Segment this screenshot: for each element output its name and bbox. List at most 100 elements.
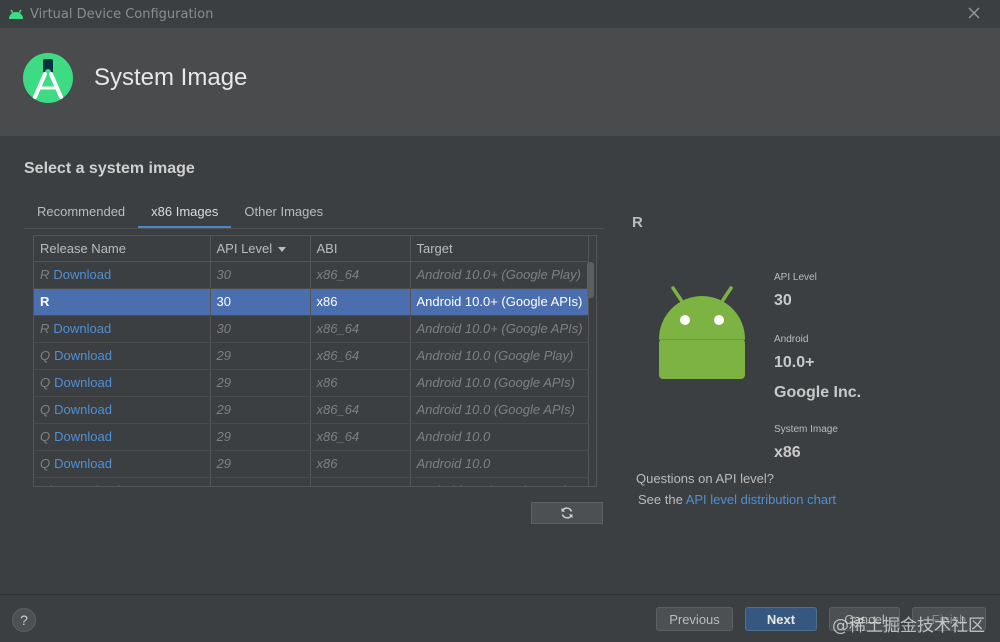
cell-release-name: R (34, 288, 211, 316)
cell-abi: x86_64 (310, 423, 411, 451)
column-header-target[interactable]: Target (410, 236, 589, 262)
download-link[interactable]: Download (63, 483, 121, 486)
tab-recommended[interactable]: Recommended (24, 198, 138, 228)
table-header-row: Release Name API Level ABI Target (34, 236, 589, 262)
android-robot-icon (659, 286, 745, 379)
release-codename: Q (40, 375, 51, 390)
column-header-api-level[interactable]: API Level (210, 236, 311, 262)
refresh-button[interactable] (531, 502, 603, 524)
table-row[interactable]: Q Download 29 x86_64 Android 10.0 (34, 423, 589, 451)
cell-api-level: 29 (210, 396, 311, 424)
release-codename: Q (40, 348, 51, 363)
cell-target: Android 9.0 (Google APIs) (410, 477, 589, 486)
cell-target: Android 10.0+ (Google APIs) (410, 288, 589, 316)
cell-target: Android 10.0 (Google Play) (410, 342, 589, 370)
table-row[interactable]: Q Download 29 x86 Android 10.0 (34, 450, 589, 478)
tab-x86-images[interactable]: x86 Images (138, 198, 232, 229)
table-row[interactable]: R Download 30 x86_64 Android 10.0+ (Google A… (34, 315, 589, 343)
page-title: System Image (94, 64, 248, 91)
release-codename: R (40, 267, 50, 282)
cell-api-level: 29 (210, 423, 311, 451)
image-tabs: Recommended x86 Images Other Images (24, 198, 336, 229)
cell-release-name: Pie Download (34, 477, 211, 486)
download-link[interactable]: Download (54, 375, 112, 390)
release-codename: Q (40, 456, 51, 471)
table-scrollbar[interactable] (587, 262, 594, 298)
refresh-icon (561, 507, 573, 519)
cell-release-name: Q Download (34, 396, 211, 424)
cell-release-name: Q Download (34, 342, 211, 370)
section-title: Select a system image (24, 160, 195, 177)
release-codename: Q (40, 429, 51, 444)
cell-api-level: 29 (210, 342, 311, 370)
android-version-value: 10.0+ (774, 354, 815, 371)
finish-button[interactable]: Finish (912, 607, 986, 631)
api-level-label: API Level (774, 272, 817, 283)
tabs-divider (24, 228, 604, 229)
table-row[interactable]: Q Download 29 x86_64 Android 10.0 (Google AP… (34, 396, 589, 424)
title-bar: Virtual Device Configuration (0, 0, 1000, 28)
cell-target: Android 10.0 (Google APIs) (410, 396, 589, 424)
see-prefix: See the (638, 492, 686, 507)
cell-api-level: 29 (210, 369, 311, 397)
cancel-button[interactable]: Cancel (829, 607, 900, 631)
cell-abi: x86_64 (310, 477, 411, 486)
table-row[interactable]: Q Download 29 x86_64 Android 10.0 (Google Pl… (34, 342, 589, 370)
cell-api-level: 29 (210, 450, 311, 478)
table-row[interactable]: Pie Download 28x86_64Android 9.0 (Google A… (34, 477, 589, 486)
vendor-value: Google Inc. (774, 384, 862, 401)
cell-target: Android 10.0 (410, 450, 589, 478)
release-codename: Pie (40, 483, 59, 486)
cell-abi: x86_64 (310, 261, 411, 289)
download-link[interactable]: Download (54, 429, 112, 444)
help-button[interactable]: ? (12, 608, 36, 632)
table-row[interactable]: R Download 30 x86_64 Android 10.0+ (Google P… (34, 261, 589, 289)
table-row[interactable]: R 30 x86 Android 10.0+ (Google APIs) (34, 288, 589, 316)
tab-other-images[interactable]: Other Images (231, 198, 336, 228)
android-studio-logo-icon (23, 53, 73, 103)
header-banner: System Image (0, 28, 1000, 136)
previous-button[interactable]: Previous (656, 607, 733, 631)
close-icon[interactable] (966, 5, 982, 21)
window-title: Virtual Device Configuration (30, 6, 214, 22)
download-link[interactable]: Download (54, 348, 112, 363)
next-button[interactable]: Next (745, 607, 817, 631)
release-codename: R (40, 321, 50, 336)
system-image-table: Release Name API Level ABI Target R Downl… (33, 235, 597, 487)
cell-abi: x86_64 (310, 342, 411, 370)
cell-target: Android 10.0+ (Google APIs) (410, 315, 589, 343)
download-link[interactable]: Download (53, 267, 111, 282)
system-image-label: System Image (774, 424, 838, 435)
system-image-value: x86 (774, 444, 801, 461)
release-codename: Q (40, 402, 51, 417)
cell-abi: x86 (310, 369, 411, 397)
column-header-abi[interactable]: ABI (310, 236, 411, 262)
see-chart-text: See the API level distribution chart (638, 492, 836, 507)
cell-abi: x86 (310, 450, 411, 478)
cell-release-name: R Download (34, 315, 211, 343)
cell-api-level: 30 (210, 261, 311, 289)
cell-release-name: Q Download (34, 450, 211, 478)
download-link[interactable]: Download (54, 456, 112, 471)
android-label: Android (774, 334, 809, 345)
cell-api-level: 28 (210, 477, 311, 486)
cell-api-level: 30 (210, 288, 311, 316)
sort-descending-icon (278, 246, 287, 252)
detail-release-name: R (632, 214, 643, 231)
footer-divider (0, 594, 1000, 595)
api-question-text: Questions on API level? (636, 471, 775, 486)
download-link[interactable]: Download (54, 402, 112, 417)
cell-release-name: R Download (34, 261, 211, 289)
cell-target: Android 10.0 (410, 423, 589, 451)
cell-target: Android 10.0+ (Google Play) (410, 261, 589, 289)
column-header-release-name[interactable]: Release Name (34, 236, 211, 262)
cell-release-name: Q Download (34, 423, 211, 451)
download-link[interactable]: Download (53, 321, 111, 336)
android-studio-icon (9, 9, 23, 19)
column-header-api-level-label: API Level (216, 240, 273, 256)
table-row[interactable]: Q Download 29 x86 Android 10.0 (Google APIs) (34, 369, 589, 397)
cell-api-level: 30 (210, 315, 311, 343)
cell-target: Android 10.0 (Google APIs) (410, 369, 589, 397)
api-distribution-link[interactable]: API level distribution chart (686, 492, 836, 507)
release-name: R (40, 294, 50, 309)
